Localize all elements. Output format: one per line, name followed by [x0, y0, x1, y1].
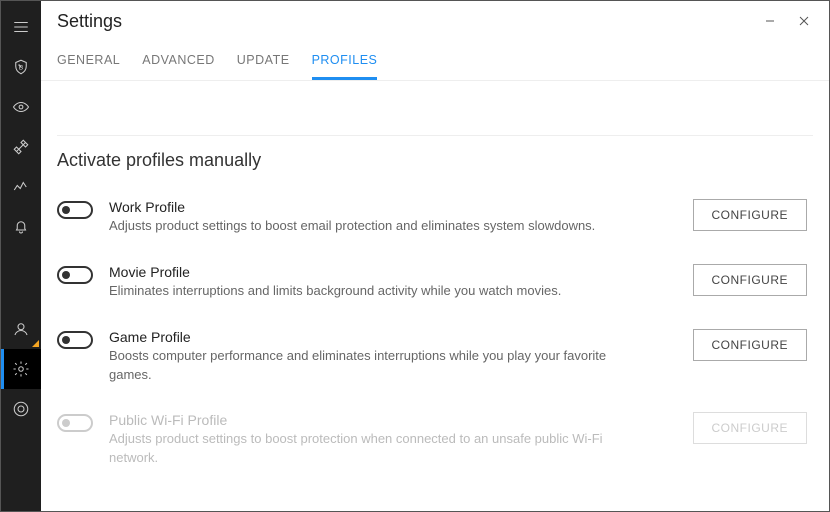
profile-row-game: Game Profile Boosts computer performance… — [57, 319, 813, 403]
tabs: GENERAL ADVANCED UPDATE PROFILES — [41, 41, 829, 81]
configure-button-work[interactable]: CONFIGURE — [693, 199, 808, 231]
tab-advanced[interactable]: ADVANCED — [142, 47, 215, 80]
close-button[interactable] — [787, 9, 821, 33]
page-title: Settings — [57, 11, 122, 32]
shield-icon[interactable]: B — [1, 47, 41, 87]
profile-text: Game Profile Boosts computer performance… — [109, 329, 677, 385]
toggle-work[interactable] — [57, 201, 93, 219]
minimize-button[interactable] — [753, 9, 787, 33]
section-title: Activate profiles manually — [57, 135, 813, 171]
header: Settings — [41, 1, 829, 41]
eye-icon[interactable] — [1, 87, 41, 127]
profile-desc: Adjusts product settings to boost protec… — [109, 430, 629, 468]
activity-icon[interactable] — [1, 167, 41, 207]
toggle-knob — [62, 206, 70, 214]
profile-desc: Adjusts product settings to boost email … — [109, 217, 629, 236]
profile-row-work: Work Profile Adjusts product settings to… — [57, 189, 813, 254]
profile-desc: Boosts computer performance and eliminat… — [109, 347, 629, 385]
profile-desc: Eliminates interruptions and limits back… — [109, 282, 629, 301]
toggle-game[interactable] — [57, 331, 93, 349]
tab-profiles[interactable]: PROFILES — [312, 47, 378, 80]
toggle-knob — [62, 419, 70, 427]
content[interactable]: Activate profiles manually Work Profile … — [41, 81, 813, 511]
profile-name: Movie Profile — [109, 264, 665, 280]
tab-general[interactable]: GENERAL — [57, 47, 120, 80]
sidebar: B — [1, 1, 41, 511]
configure-button-game[interactable]: CONFIGURE — [693, 329, 808, 361]
configure-button-wifi: CONFIGURE — [693, 412, 808, 444]
profile-row-wifi: Public Wi-Fi Profile Adjusts product set… — [57, 402, 813, 486]
tools-icon[interactable] — [1, 127, 41, 167]
profile-name: Work Profile — [109, 199, 665, 215]
toggle-knob — [62, 271, 70, 279]
profile-text: Public Wi-Fi Profile Adjusts product set… — [109, 412, 677, 468]
configure-button-movie[interactable]: CONFIGURE — [693, 264, 808, 296]
app-window: B Settings — [0, 0, 830, 512]
profile-name: Public Wi-Fi Profile — [109, 412, 665, 428]
hamburger-icon[interactable] — [1, 7, 41, 47]
profile-text: Movie Profile Eliminates interruptions a… — [109, 264, 677, 301]
window-controls — [753, 9, 821, 33]
gear-icon[interactable] — [1, 349, 41, 389]
profile-text: Work Profile Adjusts product settings to… — [109, 199, 677, 236]
toggle-movie[interactable] — [57, 266, 93, 284]
account-alert-icon[interactable] — [1, 309, 41, 349]
profile-name: Game Profile — [109, 329, 665, 345]
warning-badge-icon — [32, 340, 39, 347]
toggle-wifi — [57, 414, 93, 432]
main-panel: Settings GENERAL ADVANCED UPDATE PROFILE… — [41, 1, 829, 511]
tab-update[interactable]: UPDATE — [237, 47, 290, 80]
profile-row-movie: Movie Profile Eliminates interruptions a… — [57, 254, 813, 319]
help-icon[interactable] — [1, 389, 41, 429]
svg-text:B: B — [19, 64, 24, 71]
content-scroll-wrap: Activate profiles manually Work Profile … — [41, 81, 829, 511]
toggle-knob — [62, 336, 70, 344]
bell-icon[interactable] — [1, 207, 41, 247]
